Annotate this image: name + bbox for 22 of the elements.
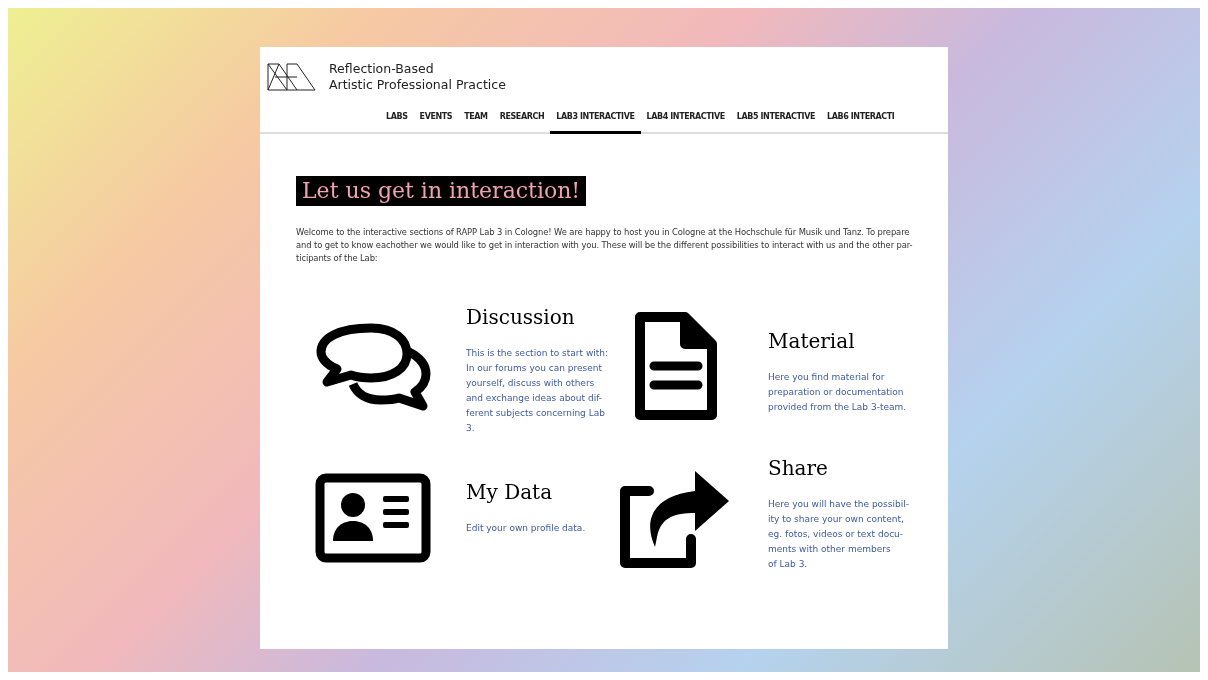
nav-link[interactable]: EVENTS	[413, 107, 459, 134]
nav-link[interactable]: LAB6 INTERACTI	[821, 107, 901, 134]
section-title[interactable]: Material	[768, 329, 907, 354]
nav-link[interactable]: LAB4 INTERACTIVE	[640, 107, 731, 134]
section-title[interactable]: Share	[768, 456, 909, 481]
nav-link[interactable]: LAB5 INTERACTIVE	[730, 107, 821, 134]
nav-link[interactable]: RESEARCH	[493, 107, 551, 134]
nav-link[interactable]: LABS	[380, 107, 414, 134]
section-description: Here you will have the possibil- ity to share your own content, eg. fotos, videos or text docu- ments with other members of Lab 3.	[768, 498, 909, 571]
chat-bubbles-icon	[315, 322, 431, 412]
intro-paragraph: Welcome to the interactive sections of RAPP Lab 3 in Cologne! We are happy to host you in Cologne at the Hochschule für Musik und Tanz. To prepare and to get to know eachother we would like to get in interaction with you. These will be the different possibilities to interact with us and the other par- ticipants of the Lab:	[296, 226, 912, 265]
section-description: This is the section to start with: In our forums you can present yourself, discuss with others and exchange ideas about dif- ferent subjects concerning Lab 3.	[466, 347, 609, 435]
logo-icon	[267, 62, 317, 92]
nav-link[interactable]: TEAM	[458, 107, 494, 134]
section-title[interactable]: My Data	[466, 480, 586, 505]
nav-link[interactable]: LAB3 INTERACTIVE	[550, 107, 641, 134]
section-title[interactable]: Discussion	[466, 305, 609, 330]
page-heading: Let us get in interaction!	[296, 176, 587, 206]
section-description: Here you find material for preparation or documentation provided from the Lab 3-team.	[768, 371, 907, 414]
section-description: Edit your own profile data.	[466, 522, 586, 535]
id-card-icon	[315, 473, 431, 563]
site-title[interactable]: Reflection-Based Artistic Professional Practice	[329, 61, 506, 93]
